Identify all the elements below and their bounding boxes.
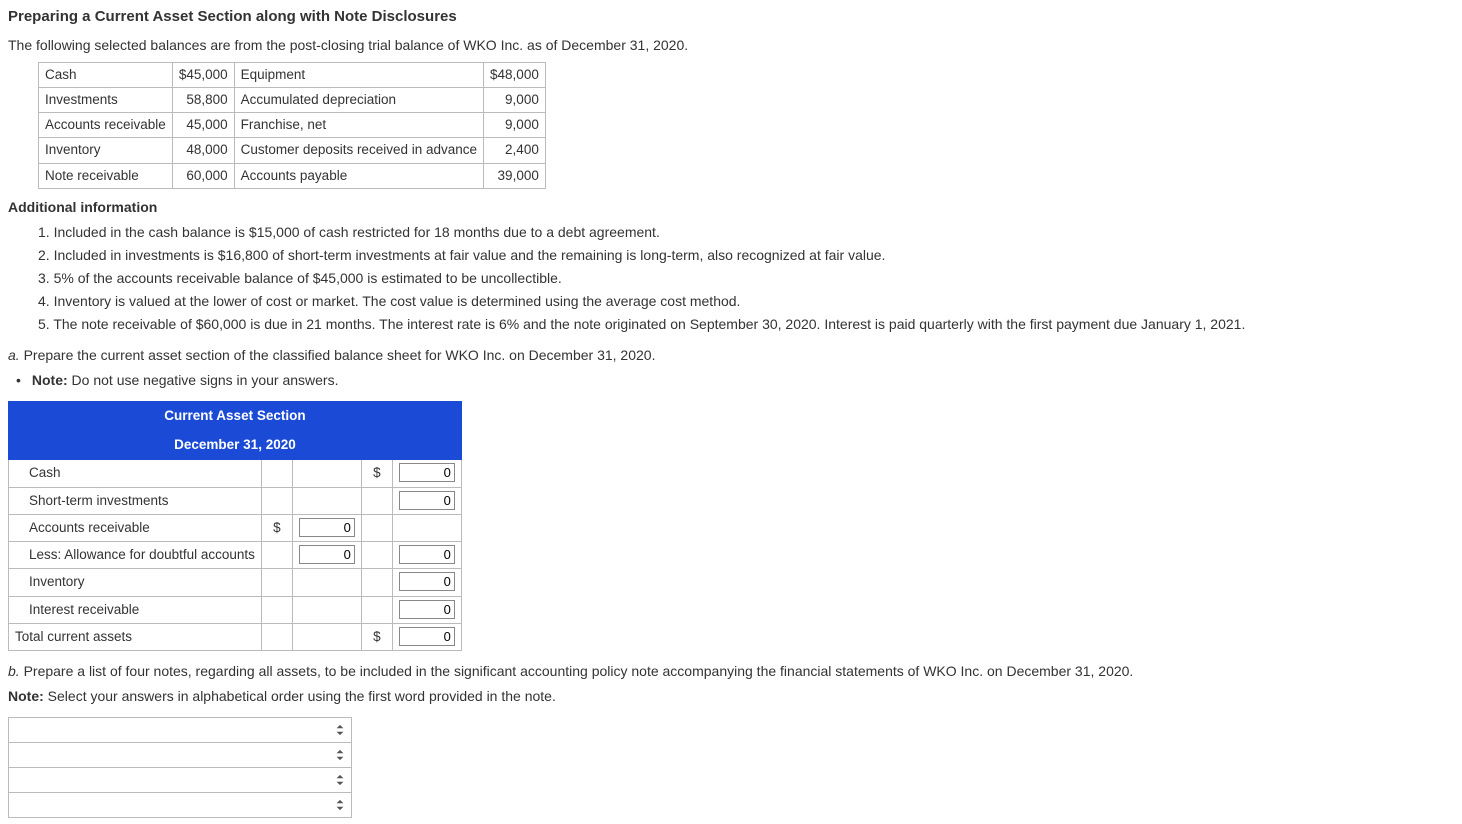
cas-header-1: Current Asset Section — [9, 401, 462, 430]
balance-value: 2,400 — [484, 138, 546, 163]
balance-value: 58,800 — [172, 87, 234, 112]
note-select-3[interactable] — [9, 768, 351, 792]
row-interest-label: Interest receivable — [9, 596, 262, 623]
sort-icon — [335, 799, 345, 811]
note-select-1[interactable] — [9, 718, 351, 742]
row-allowance-label: Less: Allowance for doubtful accounts — [9, 542, 262, 569]
question-b-text: Prepare a list of four notes, regarding … — [20, 663, 1134, 679]
table-row: Inventory48,000Customer deposits receive… — [39, 138, 546, 163]
question-a-text: Prepare the current asset section of the… — [20, 347, 656, 363]
balance-value: $45,000 — [172, 62, 234, 87]
balance-label: Accumulated depreciation — [234, 87, 483, 112]
row-inventory-label: Inventory — [9, 569, 262, 596]
note-b: Note: Select your answers in alphabetica… — [8, 686, 1454, 707]
ar-input[interactable] — [299, 518, 355, 537]
balance-label: Equipment — [234, 62, 483, 87]
current-asset-table: Current Asset Section December 31, 2020 … — [8, 401, 462, 651]
sort-icon — [335, 724, 345, 736]
balance-label: Accounts payable — [234, 163, 483, 188]
page-title: Preparing a Current Asset Section along … — [8, 6, 1454, 29]
balance-label: Customer deposits received in advance — [234, 138, 483, 163]
balance-value: 45,000 — [172, 113, 234, 138]
note-a: • Note: Do not use negative signs in you… — [8, 370, 1454, 391]
balance-label: Investments — [39, 87, 173, 112]
balance-value: 9,000 — [484, 113, 546, 138]
total-input[interactable] — [399, 627, 455, 646]
table-row: Total current assets $ — [9, 623, 462, 650]
balance-value: 48,000 — [172, 138, 234, 163]
balance-label: Franchise, net — [234, 113, 483, 138]
interest-input[interactable] — [399, 600, 455, 619]
balance-label: Accounts receivable — [39, 113, 173, 138]
dollar-sign: $ — [361, 460, 392, 487]
note-select-4[interactable] — [9, 793, 351, 817]
dollar-sign: $ — [361, 623, 392, 650]
table-row: Investments58,800Accumulated depreciatio… — [39, 87, 546, 112]
table-row: Short-term investments — [9, 487, 462, 514]
note-select-2[interactable] — [9, 743, 351, 767]
sti-input[interactable] — [399, 491, 455, 510]
row-cash-label: Cash — [9, 460, 262, 487]
table-row: Inventory — [9, 569, 462, 596]
row-sti-label: Short-term investments — [9, 487, 262, 514]
list-item: 3. 5% of the accounts receivable balance… — [38, 268, 1454, 289]
balance-value: 60,000 — [172, 163, 234, 188]
balance-value: 9,000 — [484, 87, 546, 112]
sort-icon — [335, 774, 345, 786]
bullet-icon: • — [16, 370, 28, 391]
list-item: 5. The note receivable of $60,000 is due… — [38, 314, 1454, 335]
table-row: Accounts receivable $ — [9, 514, 462, 541]
row-total-label: Total current assets — [9, 623, 262, 650]
balance-label: Note receivable — [39, 163, 173, 188]
balance-label: Cash — [39, 62, 173, 87]
question-a-prefix: a. — [8, 347, 20, 363]
question-a: a. Prepare the current asset section of … — [8, 345, 1454, 366]
balance-value: 39,000 — [484, 163, 546, 188]
table-row: Cash $ — [9, 460, 462, 487]
question-b-prefix: b. — [8, 663, 20, 679]
table-row: Note receivable60,000Accounts payable39,… — [39, 163, 546, 188]
note-a-text: Do not use negative signs in your answer… — [68, 372, 339, 388]
allowance-input[interactable] — [299, 545, 355, 564]
additional-info-list: 1. Included in the cash balance is $15,0… — [8, 222, 1454, 335]
balances-table: Cash$45,000Equipment$48,000Investments58… — [38, 62, 546, 189]
table-row: Less: Allowance for doubtful accounts — [9, 542, 462, 569]
sort-icon — [335, 749, 345, 761]
note-a-prefix: Note: — [32, 372, 68, 388]
row-ar-label: Accounts receivable — [9, 514, 262, 541]
table-row: Accounts receivable45,000Franchise, net9… — [39, 113, 546, 138]
cash-input[interactable] — [399, 463, 455, 482]
note-b-text: Select your answers in alphabetical orde… — [44, 688, 556, 704]
list-item: 1. Included in the cash balance is $15,0… — [38, 222, 1454, 243]
notes-select-table — [8, 717, 352, 818]
cas-header-2: December 31, 2020 — [9, 431, 462, 460]
list-item: 4. Inventory is valued at the lower of c… — [38, 291, 1454, 312]
balance-label: Inventory — [39, 138, 173, 163]
balance-value: $48,000 — [484, 62, 546, 87]
additional-heading: Additional information — [8, 197, 1454, 218]
intro-text: The following selected balances are from… — [8, 35, 1454, 56]
dollar-sign: $ — [261, 514, 292, 541]
question-b: b. Prepare a list of four notes, regardi… — [8, 661, 1454, 682]
table-row: Interest receivable — [9, 596, 462, 623]
inventory-input[interactable] — [399, 572, 455, 591]
allowance-net-input[interactable] — [399, 545, 455, 564]
list-item: 2. Included in investments is $16,800 of… — [38, 245, 1454, 266]
note-b-prefix: Note: — [8, 688, 44, 704]
table-row: Cash$45,000Equipment$48,000 — [39, 62, 546, 87]
